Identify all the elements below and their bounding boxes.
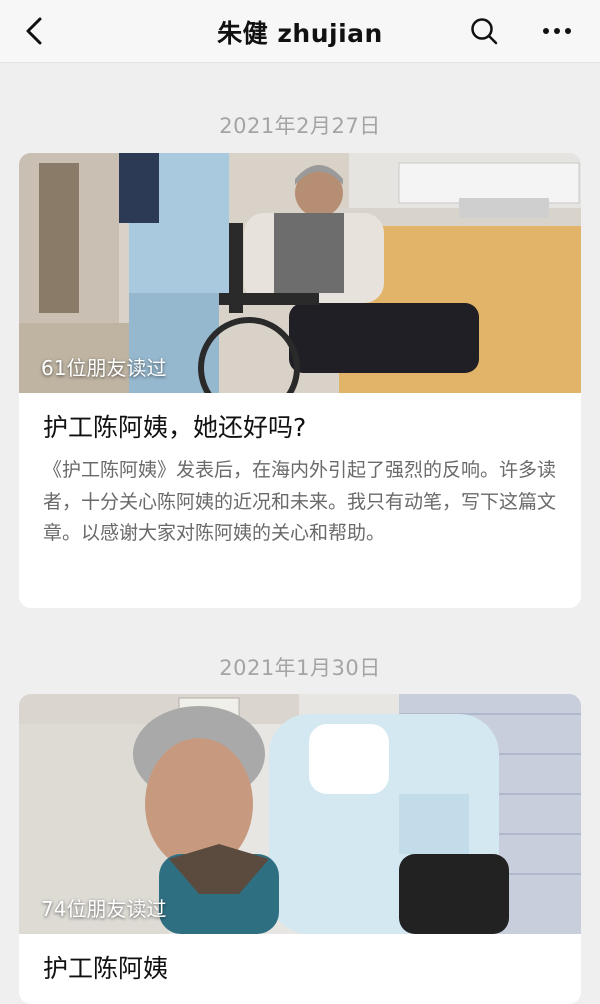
- article-cover-image: 61位朋友读过: [19, 153, 581, 393]
- article-title: 护工陈阿姨: [43, 954, 169, 983]
- readers-count: 74位朋友读过: [41, 897, 167, 921]
- more-dots-icon: [543, 28, 549, 34]
- article-card[interactable]: 61位朋友读过 护工陈阿姨，她还好吗? 《护工陈阿姨》发表后，在海内外引起了强烈…: [19, 153, 581, 608]
- readers-count: 61位朋友读过: [41, 356, 167, 380]
- article-date: 2021年1月30日: [219, 656, 381, 680]
- article-summary: 《护工陈阿姨》发表后，在海内外引起了强烈的反响。许多读者，十分关心陈阿姨的近况和…: [43, 459, 557, 544]
- article-title: 护工陈阿姨，她还好吗?: [43, 413, 307, 442]
- more-options-button[interactable]: [536, 14, 578, 48]
- article-date: 2021年2月27日: [219, 114, 381, 138]
- article-card[interactable]: 74位朋友读过 护工陈阿姨: [19, 694, 581, 1004]
- top-navigation-bar: 朱健 zhujian: [0, 0, 600, 63]
- article-cover-image: 74位朋友读过: [19, 694, 581, 934]
- search-icon: [471, 18, 498, 45]
- search-button[interactable]: [466, 14, 502, 48]
- account-title: 朱健 zhujian: [217, 19, 383, 48]
